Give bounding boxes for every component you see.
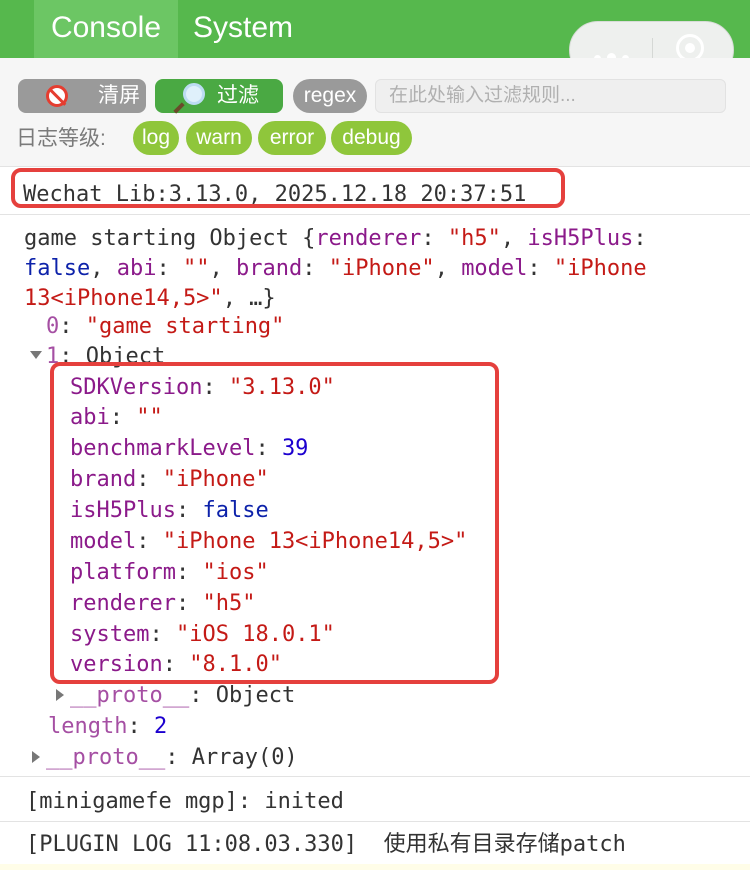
game-starting-log-line3: 13<iPhone14,5>", …} (24, 286, 276, 311)
level-debug-button[interactable]: debug (331, 121, 412, 155)
game-starting-log-line2: false, abi: "", brand: "iPhone", model: … (24, 256, 647, 281)
log-divider (0, 214, 750, 215)
log-divider (0, 821, 750, 822)
tab-system[interactable]: System (193, 0, 293, 58)
proto-object-row[interactable]: __proto__: Object (70, 680, 295, 711)
log-level-label: 日志等级: (16, 127, 106, 150)
game-starting-log: game starting Object {renderer: "h5", is… (24, 226, 647, 251)
expand-triangle-icon[interactable] (32, 751, 40, 763)
clear-button[interactable]: 清屏 (18, 79, 146, 113)
regex-toggle[interactable]: regex (293, 79, 367, 113)
plugin-log: [PLUGIN LOG 11:08.03.330] 使用私有目录存储patch (26, 832, 626, 857)
expand-triangle-icon[interactable] (30, 351, 42, 359)
bottom-strip (0, 864, 750, 870)
proto-array-row[interactable]: __proto__: Array(0) (46, 742, 298, 773)
level-warn-button[interactable]: warn (186, 121, 252, 155)
filter-button-label: 过滤 (217, 84, 259, 107)
length-row: length: 2 (48, 714, 168, 739)
log-divider (0, 166, 750, 167)
magnifier-icon (183, 83, 205, 105)
tab-console[interactable]: Console (34, 0, 178, 58)
highlight-box-lib (11, 168, 565, 208)
log-divider (0, 776, 750, 777)
prohibited-icon (46, 85, 68, 107)
filter-input[interactable]: 在此处输入过滤规则... (375, 79, 726, 113)
clear-button-label: 清屏 (98, 84, 140, 107)
array-index-0: 0: "game starting" (46, 314, 285, 339)
mgp-log: [minigamefe mgp]: inited (26, 789, 344, 814)
level-error-button[interactable]: error (258, 121, 326, 155)
expand-triangle-icon[interactable] (56, 689, 64, 701)
filter-button[interactable]: 过滤 (155, 79, 283, 113)
level-log-button[interactable]: log (133, 121, 179, 155)
highlight-box-props (50, 362, 499, 684)
